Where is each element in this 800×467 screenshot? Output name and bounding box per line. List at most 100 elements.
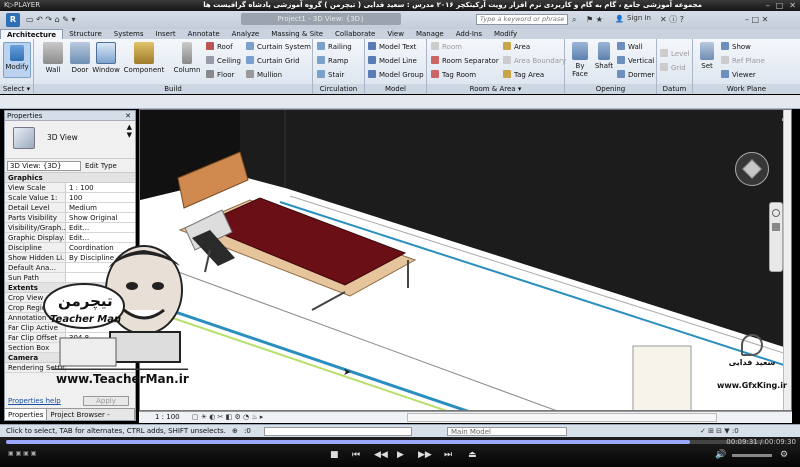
area-button[interactable]: Area [503,42,530,52]
viewcube[interactable] [735,152,769,186]
seek-bar[interactable] [6,440,766,444]
tab-add-ins[interactable]: Add-Ins [450,29,488,39]
curtain-grid-button[interactable]: Curtain Grid [246,56,300,66]
shaft-button[interactable]: Shaft [593,42,615,70]
select-group-label[interactable]: Select ▾ [0,84,33,94]
tab-modify[interactable]: Modify [488,29,523,39]
window-button[interactable]: Window [91,42,121,74]
property-row[interactable]: Detail Level Medium [5,203,135,213]
tab-structure[interactable]: Structure [63,29,108,39]
viewer-button[interactable]: Viewer [721,70,756,80]
curtain-system-button[interactable]: Curtain System [246,42,311,52]
tab-properties[interactable]: Properties [5,409,48,420]
room-separator-button[interactable]: Room Separator [431,56,499,66]
model-group-button[interactable]: Model Group [368,70,424,80]
volume-icon[interactable]: 🔊 [715,450,726,460]
tab-annotate[interactable]: Annotate [182,29,226,39]
tab-systems[interactable]: Systems [108,29,150,39]
stop-icon[interactable]: ■ [330,450,339,460]
graphics-section[interactable]: Graphics [5,173,135,183]
steering-wheel-icon[interactable] [772,209,780,217]
tag-room-button[interactable]: Tag Room [431,70,476,80]
apply-button[interactable]: Apply [83,396,129,406]
close-icon[interactable]: ✕ [789,1,796,10]
player-mode-buttons[interactable]: ▣ ▣ ▣ ▣ [8,450,36,457]
tab-collaborate[interactable]: Collaborate [329,29,381,39]
property-value[interactable]: Edit... [65,223,135,232]
property-value[interactable]: Show Original [65,213,135,222]
model-text-button[interactable]: Model Text [368,42,416,52]
edit-type-button[interactable]: Edit Type [85,162,117,170]
play-icon[interactable]: ▶ [397,450,404,460]
forward-icon[interactable]: ▶▶ [418,450,432,460]
app-window-controls[interactable]: – □ ✕ [745,14,768,25]
3d-viewport[interactable]: ⌂ [139,109,792,411]
workset-dropdown[interactable] [264,427,412,436]
maximize-icon[interactable]: □ [776,1,784,10]
set-button[interactable]: Set [697,42,717,70]
ramp-button[interactable]: Ramp [317,56,348,66]
room-button[interactable]: Room [431,42,462,52]
model-line-button[interactable]: Model Line [368,56,417,66]
door-button[interactable]: Door [68,42,92,74]
mullion-button[interactable]: Mullion [246,70,282,80]
show-button[interactable]: Show [721,42,751,52]
property-value[interactable]: 1 : 100 [65,183,135,192]
ceiling-button[interactable]: Ceiling [206,56,241,66]
settings-icon[interactable]: ⚙ [780,450,788,460]
properties-help-link[interactable]: Properties help [8,397,61,405]
view-selector[interactable]: 3D View: {3D} [7,160,81,171]
wall-button[interactable]: Wall [40,42,66,74]
tab-massing-site[interactable]: Massing & Site [265,29,329,39]
property-row[interactable]: Visibility/Graph... Edit... [5,223,135,233]
tab-project-browser[interactable]: Project Browser - Project1 [47,409,135,431]
ref-plane-button[interactable]: Ref Plane [721,56,765,66]
tag-area-button[interactable]: Tag Area [503,70,544,80]
railing-button[interactable]: Railing [317,42,352,52]
design-option-dropdown[interactable]: Main Model [447,427,567,436]
tab-insert[interactable]: Insert [150,29,182,39]
property-row[interactable]: Scale Value 1: 100 [5,193,135,203]
previous-icon[interactable]: ⏮ [352,450,360,460]
minimize-icon[interactable]: – [766,1,770,10]
tab-manage[interactable]: Manage [410,29,450,39]
vertical-button[interactable]: Vertical [617,56,654,66]
area-boundary-button[interactable]: Area Boundary [503,56,566,66]
sign-in-link[interactable]: Sign In [627,13,651,24]
zoom-icon[interactable] [772,223,780,231]
property-row[interactable]: View Scale 1 : 100 [5,183,135,193]
tab-view[interactable]: View [381,29,410,39]
grid-button[interactable]: Grid [660,63,686,73]
tab-architecture[interactable]: Architecture [0,29,64,39]
property-value[interactable]: Medium [65,203,135,212]
room-area-group-label[interactable]: Room & Area ▾ [427,84,564,94]
by-face-button[interactable]: By Face [568,42,592,78]
column-button[interactable]: Column [170,42,204,74]
view-control-icons[interactable]: ▢ ☀ ◐ ✂ ◧ ⚙ ◔ ♨ ▸ [192,413,263,421]
volume-slider[interactable] [732,454,772,457]
stair-button[interactable]: Stair [317,70,344,80]
level-button[interactable]: Level [660,49,689,59]
type-selector[interactable]: 3D View ▲ ▼ [5,121,135,159]
help-icon[interactable]: ✕ ⓘ ? [660,14,684,25]
component-button[interactable]: Component [122,42,166,74]
eject-icon[interactable]: ⏏ [468,450,477,460]
next-icon[interactable]: ⏭ [444,450,452,460]
opening-wall-button[interactable]: Wall [617,42,643,52]
subscription-icon[interactable]: ⚑ ★ [586,14,603,25]
roof-button[interactable]: Roof [206,42,233,52]
user-icon[interactable]: 👤 [615,14,624,25]
tab-analyze[interactable]: Analyze [226,29,266,39]
modify-button[interactable]: Modify [3,42,31,78]
search-input[interactable]: Type a keyword or phrase [476,14,568,25]
search-icon[interactable]: ⌕ [572,14,576,25]
floor-button[interactable]: Floor [206,70,234,80]
dormer-button[interactable]: Dormer [617,70,654,80]
view-scale[interactable]: 1 : 100 [155,413,180,421]
horizontal-scrollbar[interactable] [407,413,717,422]
quick-access-icons[interactable]: ▭ ↶ ↷ ⌂ ✎ ▾ [26,14,75,25]
app-menu-button[interactable]: R [6,13,20,27]
property-value[interactable]: 100 [65,193,135,202]
close-icon[interactable]: ✕ [125,111,131,121]
property-row[interactable]: Parts Visibility Show Original [5,213,135,223]
